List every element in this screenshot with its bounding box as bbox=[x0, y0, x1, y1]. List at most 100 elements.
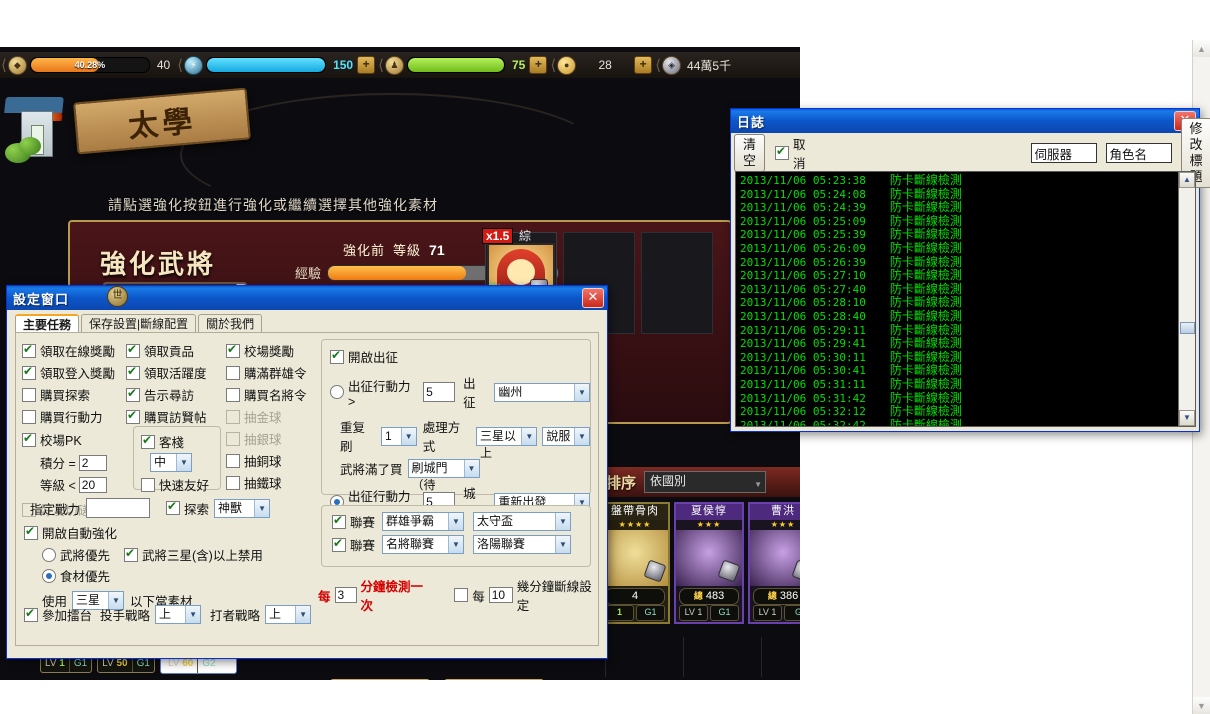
server-input[interactable] bbox=[1030, 143, 1097, 163]
detect-minutes-input[interactable] bbox=[334, 587, 357, 603]
scroll-down-arrow-icon[interactable]: ▼ bbox=[1179, 410, 1195, 426]
checkbox-label: 領取登入獎勵 bbox=[40, 367, 116, 381]
exp-label-before: 經驗 bbox=[295, 266, 322, 281]
action-icon: ♟ bbox=[384, 55, 404, 75]
action-plus-button[interactable]: + bbox=[529, 56, 548, 74]
checkbox-box bbox=[124, 546, 139, 562]
resource-exp[interactable]: ⟨ ◆ 40.28% 40 bbox=[0, 54, 174, 76]
scroll-down-arrow-icon[interactable]: ▼ bbox=[1193, 697, 1210, 714]
pk-level-input[interactable] bbox=[78, 476, 107, 493]
log-window[interactable]: 日誌 ✕ 清空 取消 修改標題 2013/11/06 05:23:38 防卡斷線檢… bbox=[730, 108, 1210, 432]
checkbox-ban-three-star[interactable]: 武將三星(含)以上禁用 bbox=[124, 545, 263, 564]
checkbox-buy-explore[interactable]: 購買探索 bbox=[22, 385, 127, 404]
checkbox-column-2: 領取貢品 領取活躍度 告示尋訪 購買訪賢帖 bbox=[126, 341, 226, 429]
checkbox-box bbox=[22, 364, 36, 380]
tab-save-settings[interactable]: 保存設置|斷線配置 bbox=[81, 314, 197, 334]
batter-select[interactable]: 上 ▼ bbox=[265, 605, 312, 624]
checkbox-box bbox=[332, 536, 346, 552]
league-type-select-1[interactable]: 群雄爭霸 ▼ bbox=[382, 512, 465, 531]
checkbox-league-2[interactable]: 聯賽 bbox=[332, 535, 375, 554]
gold-plus-button[interactable]: + bbox=[634, 56, 653, 74]
checkbox-inn[interactable]: 客棧 bbox=[141, 432, 220, 451]
log-scroll-thumb[interactable] bbox=[1180, 322, 1195, 334]
checkbox-explore[interactable]: 探索 bbox=[166, 499, 209, 518]
checkbox-login-reward[interactable]: 領取登入獎勵 bbox=[22, 363, 127, 382]
close-icon[interactable]: ✕ bbox=[582, 288, 604, 308]
clear-log-button[interactable]: 清空 bbox=[734, 134, 766, 172]
checkbox-join-arena[interactable]: 參加擂台 bbox=[24, 605, 92, 624]
checkbox-label: 領取在線獎勵 bbox=[40, 345, 116, 359]
league-type-select-2[interactable]: 名將聯賽 ▼ bbox=[382, 535, 465, 554]
repeat-select-1[interactable]: 1 ▼ bbox=[380, 426, 417, 446]
checkbox-quick-friend[interactable]: 快速友好 bbox=[141, 475, 220, 494]
scroll-up-arrow-icon[interactable]: ▲ bbox=[1179, 172, 1195, 188]
inn-level-select[interactable]: 中 ▼ bbox=[150, 453, 192, 472]
expedition-region-select[interactable]: 幽州 ▼ bbox=[494, 382, 590, 402]
explore-select[interactable]: 神獸 ▼ bbox=[214, 498, 271, 518]
stamina-plus-button[interactable]: + bbox=[357, 56, 376, 74]
hero-card[interactable]: 夏侯惇 ★★★ 總 483 LV 1 G1 bbox=[674, 502, 744, 624]
league-name-select-2[interactable]: 洛陽聯賽 ▼ bbox=[473, 535, 572, 554]
log-title-bar[interactable]: 日誌 ✕ bbox=[731, 109, 1199, 133]
settings-title-bar[interactable]: 設定窗口 ✕ bbox=[7, 286, 607, 310]
checkbox-league-1[interactable]: 聯賽 bbox=[332, 512, 375, 531]
log-scrollbar[interactable]: ▲ ▼ bbox=[1178, 172, 1195, 426]
checkbox-auto-enhance[interactable]: 開啟自動強化 bbox=[24, 523, 263, 542]
radio-food-priority[interactable]: 食材優先 bbox=[42, 566, 263, 585]
checkbox-collect-tribute[interactable]: 領取貢品 bbox=[126, 341, 226, 360]
detect-row: 每 分鐘檢測一次 每 幾分鐘斷線設定 bbox=[318, 576, 598, 614]
pitcher-select[interactable]: 上 ▼ bbox=[155, 605, 202, 624]
radio-expedition-action-1[interactable]: 出征行動力> bbox=[330, 376, 415, 409]
resource-gold[interactable]: ⟨ ● 28 + bbox=[549, 54, 653, 76]
checkbox-buy-general-order[interactable]: 購買名將令 bbox=[226, 385, 316, 404]
sort-select[interactable]: 依國別 ▼ bbox=[644, 471, 767, 493]
hero-card[interactable]: 曹洪 ★★★ 總386 LV 1 G bbox=[748, 502, 800, 624]
material-slot-empty-2[interactable] bbox=[641, 232, 713, 334]
disconnect-minutes-input[interactable] bbox=[488, 587, 513, 603]
radio-label: 食材優先 bbox=[60, 570, 111, 584]
hero-full-select[interactable]: 刷城門（待 ▼ bbox=[407, 459, 480, 492]
checkbox-arena-pk[interactable]: 校場PK bbox=[22, 430, 127, 449]
checkbox-online-reward[interactable]: 領取在線獎勵 bbox=[22, 341, 127, 360]
back-button[interactable]: 返 回 bbox=[444, 679, 544, 680]
method-select[interactable]: 三星以上 ▼ bbox=[476, 426, 538, 460]
hero-card[interactable]: 盤帶骨肉 ★★★★ 4 1 G1 bbox=[600, 502, 670, 624]
league-name-select-1[interactable]: 太守盃 ▼ bbox=[473, 512, 572, 531]
divider: ⟨ bbox=[1, 57, 7, 74]
pk-level-label: 等級 < bbox=[40, 479, 76, 493]
hero-team-button[interactable]: 武將編組 bbox=[330, 679, 430, 680]
checkbox-draw-gold-ball: 抽金球 bbox=[226, 407, 316, 426]
checkbox-cancel[interactable]: 取消 bbox=[775, 134, 806, 172]
divider: ⟨ bbox=[378, 57, 384, 74]
log-entry-message: 防卡斷線檢測 bbox=[889, 322, 962, 337]
checkbox-draw-iron-ball[interactable]: 抽鐵球 bbox=[226, 473, 316, 492]
checkbox-buy-warlord-order[interactable]: 購滿群雄令 bbox=[226, 363, 316, 382]
resource-silver[interactable]: ⟨ ◈ 44萬5千 bbox=[654, 54, 735, 76]
pk-score-input[interactable] bbox=[78, 454, 107, 471]
resource-stamina[interactable]: ⟨ ⚡ 150 + bbox=[176, 54, 376, 76]
checkbox-buy-visit-pass[interactable]: 購買訪賢帖 bbox=[126, 407, 226, 426]
expedition-action-input-1[interactable] bbox=[423, 382, 456, 402]
method-value: 三星以上 bbox=[480, 428, 517, 460]
character-name-input[interactable] bbox=[1105, 143, 1172, 163]
power-input[interactable] bbox=[86, 498, 151, 518]
radio-hero-priority[interactable]: 武將優先 bbox=[42, 545, 110, 564]
log-entry-time: 2013/11/06 05:25:39 bbox=[740, 228, 866, 242]
checkbox-enable-expedition[interactable]: 開啟出征 bbox=[330, 347, 590, 366]
log-entry-time: 2013/11/06 05:29:41 bbox=[740, 337, 866, 351]
action-select[interactable]: 說服 ▼ bbox=[542, 426, 590, 446]
checkbox-collect-activity[interactable]: 領取活躍度 bbox=[126, 363, 226, 382]
log-output-area[interactable]: 2013/11/06 05:23:38 防卡斷線檢測 2013/11/06 05:2… bbox=[735, 171, 1196, 427]
checkbox-draw-bronze-ball[interactable]: 抽銅球 bbox=[226, 451, 316, 470]
log-entry-time: 2013/11/06 05:26:39 bbox=[740, 255, 866, 269]
checkbox-label: 領取貢品 bbox=[144, 345, 195, 359]
checkbox-buy-action[interactable]: 購買行動力 bbox=[22, 407, 127, 426]
tab-about-us[interactable]: 關於我們 bbox=[198, 314, 263, 334]
settings-window[interactable]: 設定窗口 ✕ 主要任務 保存設置|斷線配置 關於我們 領取在線獎勵 領取登入獎勵… bbox=[6, 285, 608, 659]
checkbox-notice-visit[interactable]: 告示尋訪 bbox=[126, 385, 226, 404]
resource-action[interactable]: ⟨ ♟ 75 + bbox=[377, 54, 548, 76]
card-name: 曹洪 bbox=[750, 504, 800, 520]
checkbox-disconnect[interactable] bbox=[454, 588, 472, 602]
checkbox-arena-reward[interactable]: 校場獎勵 bbox=[226, 341, 316, 360]
scroll-up-arrow-icon[interactable]: ▲ bbox=[1193, 40, 1210, 57]
